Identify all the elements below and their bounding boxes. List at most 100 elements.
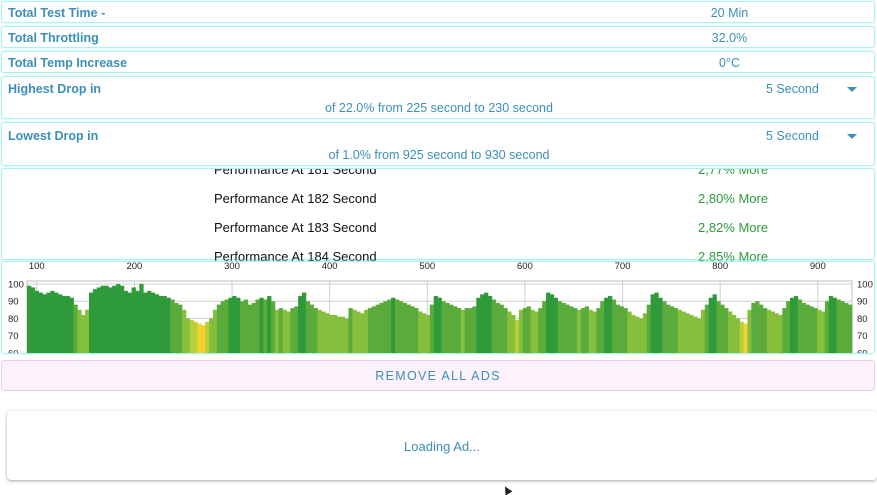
- chart-bar: [832, 297, 837, 353]
- chart-bar: [677, 309, 682, 353]
- chart-bar: [100, 285, 105, 353]
- chart-bar: [577, 309, 582, 353]
- chart-bar: [778, 314, 783, 353]
- chart-bar: [813, 308, 818, 353]
- chart-bar: [360, 313, 365, 353]
- chart-bar: [332, 314, 338, 353]
- chart-bar: [371, 306, 376, 353]
- performance-item-label: Performance At 181 Second: [214, 169, 377, 177]
- chart-bar: [836, 299, 841, 353]
- chart-bar: [449, 304, 454, 353]
- chart-bar: [460, 309, 466, 353]
- chart-bar: [65, 296, 71, 353]
- chart-bar: [821, 311, 826, 353]
- chart-bar: [433, 296, 438, 353]
- total-temp-increase-label: Total Temp Increase: [8, 56, 128, 70]
- chart-bar: [422, 313, 427, 353]
- chart-bar: [546, 292, 551, 353]
- remove-all-ads-button[interactable]: REMOVE ALL ADS: [1, 360, 875, 391]
- chart-bar: [534, 311, 539, 353]
- chart-bar: [600, 301, 605, 353]
- lowest-drop-label: Lowest Drop in: [8, 129, 99, 143]
- chart-bar: [472, 306, 477, 353]
- lowest-drop-interval-dropdown[interactable]: 5 Second: [742, 125, 862, 147]
- chart-bar: [147, 290, 152, 353]
- chart-bar: [267, 296, 272, 353]
- ad-banner[interactable]: Loading Ad...: [7, 411, 877, 480]
- chart-bar: [336, 316, 342, 353]
- chart-bar: [259, 297, 264, 353]
- chart-bar: [119, 285, 125, 353]
- chart-bar: [96, 287, 101, 353]
- chart-bar: [42, 294, 47, 353]
- chart-bar: [731, 314, 737, 353]
- chart-bar: [654, 292, 659, 353]
- chart-bar: [743, 323, 748, 353]
- chart-bar: [104, 285, 109, 353]
- chart-bar: [716, 301, 721, 353]
- chart-bar: [154, 294, 160, 353]
- chart-bar: [27, 285, 32, 353]
- chart-bar: [181, 309, 187, 353]
- highest-drop-interval-dropdown[interactable]: 5 Second: [742, 78, 862, 100]
- chart-bar: [689, 314, 694, 353]
- chart-bar: [127, 292, 132, 353]
- chart-bar: [782, 308, 787, 353]
- chart-bar: [623, 308, 628, 353]
- chart-bar: [755, 301, 760, 353]
- chart-bar: [344, 318, 349, 353]
- chart-bar: [247, 304, 253, 353]
- chart-bar: [240, 301, 245, 353]
- chart-bar: [108, 287, 113, 353]
- chart-bar: [774, 313, 779, 353]
- chart-bar: [817, 309, 822, 353]
- chart-bar: [410, 306, 415, 353]
- chart-bar: [739, 321, 744, 353]
- chart-bar: [759, 304, 764, 353]
- chart-bar: [387, 299, 392, 353]
- y-tick-label: 80: [857, 314, 868, 325]
- chart-bar: [170, 299, 175, 353]
- chart-bar: [724, 308, 729, 353]
- chart-bar: [437, 297, 442, 353]
- chart-bar: [708, 297, 713, 353]
- chart-bar: [88, 292, 94, 353]
- performance-item-value: 2,77% More: [698, 169, 769, 177]
- chart-bar: [631, 314, 636, 353]
- chart-bar: [348, 308, 353, 353]
- chart-bar: [178, 304, 183, 353]
- chart-bar: [363, 309, 369, 353]
- chart-bar: [309, 304, 315, 353]
- performance-list[interactable]: Performance At 181 Second 2,77% More Per…: [2, 169, 876, 261]
- chart-bar: [116, 284, 121, 353]
- chart-bar: [228, 297, 233, 353]
- chart-bar: [220, 301, 225, 353]
- list-item: Performance At 183 Second 2,82% More: [2, 213, 876, 242]
- chart-bar: [77, 309, 82, 353]
- y-tick-label: 80: [8, 314, 19, 325]
- chart-bar: [549, 294, 555, 353]
- chart-bar: [484, 292, 489, 353]
- highest-drop-label: Highest Drop in: [8, 82, 102, 96]
- total-throttling-value: 32.0%: [711, 31, 748, 45]
- chart-bar: [747, 309, 752, 353]
- chart-bar: [290, 308, 295, 353]
- chart-bar: [69, 297, 74, 353]
- list-item: Performance At 181 Second 2,77% More: [2, 169, 876, 184]
- y-tick-label: 70: [857, 331, 868, 342]
- chart-bar: [487, 296, 493, 353]
- chart-bar: [278, 308, 284, 353]
- chart-bar: [735, 318, 741, 353]
- chart-bar: [553, 297, 559, 353]
- x-tick-label: 100: [29, 262, 45, 272]
- chart-bar: [588, 309, 593, 353]
- chart-bar: [491, 299, 497, 353]
- performance-list-card[interactable]: Performance At 181 Second 2,77% More Per…: [1, 168, 876, 261]
- chart-bar: [646, 304, 651, 353]
- y-tick-label: 60: [857, 348, 868, 354]
- chart-bar: [30, 287, 36, 353]
- y-tick-label: 100: [857, 280, 873, 291]
- chevron-down-icon: [847, 87, 857, 92]
- performance-item-label: Performance At 183 Second: [214, 220, 377, 235]
- total-throttling-label: Total Throttling: [8, 31, 99, 45]
